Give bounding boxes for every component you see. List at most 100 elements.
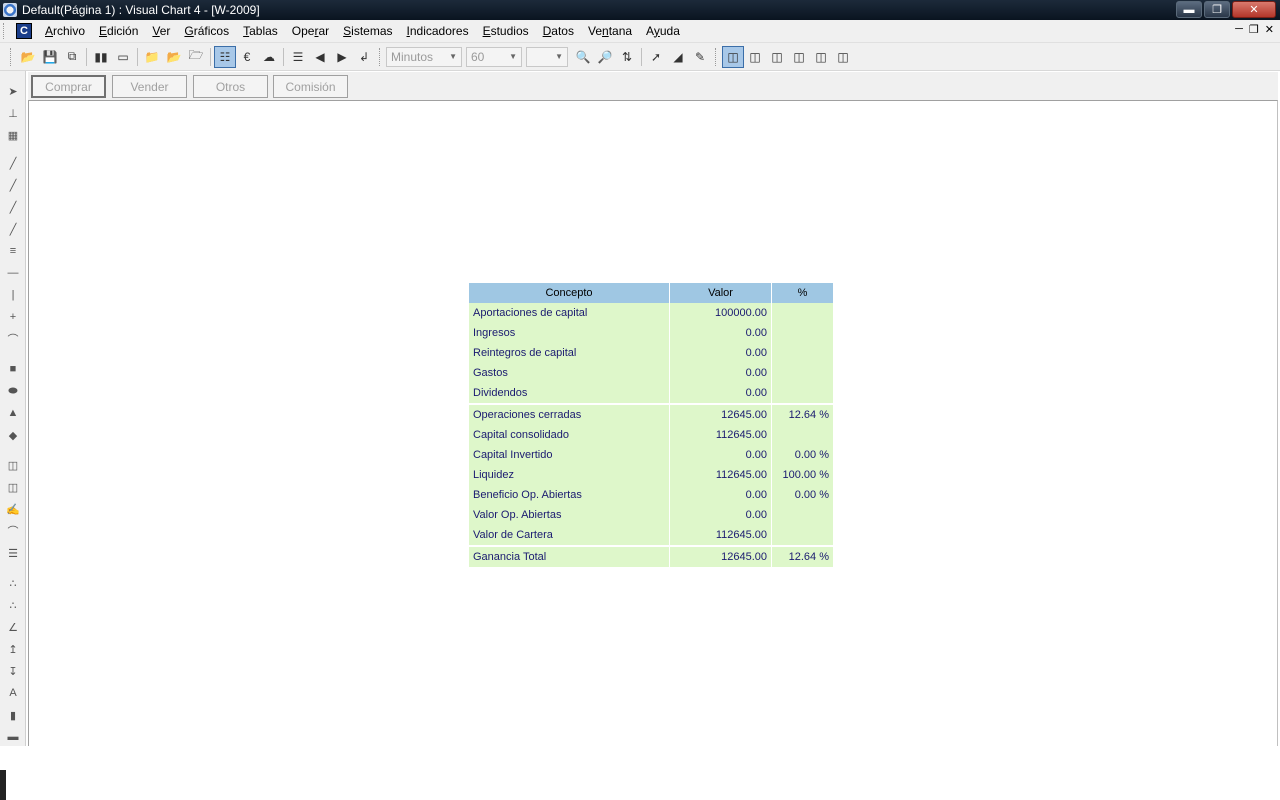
menu-item[interactable]: Ventana xyxy=(581,20,639,43)
fan-icon[interactable]: ∴ xyxy=(5,575,21,591)
menubar-grip[interactable] xyxy=(3,23,6,39)
menu-item[interactable]: Indicadores xyxy=(400,20,476,43)
menu-item[interactable]: Ayuda xyxy=(639,20,687,43)
mdi-restore-icon[interactable]: ❐ xyxy=(1249,23,1259,36)
cross-line-icon[interactable]: + xyxy=(5,309,21,325)
network-icon[interactable]: ☷ xyxy=(214,45,236,68)
menu-items: Archivo Edición Ver Gráficos Tablas Operar Sis… xyxy=(38,20,687,43)
buy-button[interactable]: Comprar xyxy=(31,75,106,98)
timeframe-value-select[interactable]: 60 ▼ xyxy=(466,46,522,67)
ellipse-icon[interactable]: ⬬ xyxy=(5,383,21,399)
save-all-icon[interactable]: ⧉ xyxy=(61,46,83,68)
toolbar-grip[interactable] xyxy=(379,47,382,66)
open-chart-icon[interactable]: 📁 xyxy=(141,46,163,68)
title-bar: Default(Página 1) : Visual Chart 4 - [W-… xyxy=(0,0,1280,20)
zoom-in-icon[interactable]: 🔎 xyxy=(594,46,616,68)
menu-label-post: uda xyxy=(659,23,680,38)
menu-label-accelerator: S xyxy=(343,23,352,38)
menu-item[interactable]: Estudios xyxy=(476,20,536,43)
open-folder-icon[interactable]: 📂 xyxy=(17,46,39,68)
cursor-icon[interactable]: ➚ xyxy=(645,46,667,68)
text-icon[interactable]: A xyxy=(5,685,21,701)
toolbar-grip[interactable] xyxy=(715,47,718,66)
mdi-minimize-icon[interactable]: ─ xyxy=(1235,23,1243,36)
vertical-line-icon[interactable]: | xyxy=(5,287,21,303)
properties-icon[interactable]: ☰ xyxy=(287,46,309,68)
third-select[interactable]: ▼ xyxy=(526,46,568,67)
histogram-icon[interactable]: ▭ xyxy=(112,46,134,68)
window-layout-3-icon[interactable]: ◫ xyxy=(766,46,788,68)
restore-button[interactable]: ❐ xyxy=(1204,1,1230,18)
trendline-icon[interactable]: ╱ xyxy=(5,155,21,171)
gann-icon[interactable]: ✍ xyxy=(5,501,21,517)
others-button[interactable]: Otros xyxy=(193,75,268,98)
cell-concepto: Capital Invertido xyxy=(469,445,669,465)
autoscale-icon[interactable]: ⇅ xyxy=(616,46,638,68)
pen-icon[interactable]: ✎ xyxy=(689,46,711,68)
cell-percent xyxy=(772,363,833,383)
zoom-out-icon[interactable]: 🔍 xyxy=(572,46,594,68)
document-system-icon[interactable]: C xyxy=(16,23,32,39)
crosshair-icon[interactable]: ⊥ xyxy=(5,105,21,121)
cycle-lines-icon[interactable]: ◫ xyxy=(5,479,21,495)
minimize-button[interactable]: ▬ xyxy=(1176,1,1202,18)
diamond-icon[interactable]: ◆ xyxy=(5,427,21,443)
window-layout-2-icon[interactable]: ◫ xyxy=(744,46,766,68)
menu-item[interactable]: Tablas xyxy=(236,20,285,43)
menu-item[interactable]: Gráficos xyxy=(177,20,236,43)
arrow-down-icon[interactable]: ↧ xyxy=(5,663,21,679)
menu-item[interactable]: Sistemas xyxy=(336,20,399,43)
cell-concepto: Beneficio Op. Abiertas xyxy=(469,485,669,505)
window-layout-5-icon[interactable]: ◫ xyxy=(810,46,832,68)
curve-icon[interactable]: ⌒ xyxy=(5,331,21,347)
horizontal-line-icon[interactable]: — xyxy=(5,265,21,281)
window-layout-4-icon[interactable]: ◫ xyxy=(788,46,810,68)
timeframe-unit-select[interactable]: Minutos ▼ xyxy=(386,46,462,67)
fibonacci-retracement-icon[interactable]: ☰ xyxy=(5,545,21,561)
app-eye-icon[interactable] xyxy=(3,3,17,17)
menu-item[interactable]: Datos xyxy=(536,20,581,43)
window-layout-6-icon[interactable]: ◫ xyxy=(832,46,854,68)
cloud-icon[interactable]: ☁ xyxy=(258,46,280,68)
rectangle-icon[interactable]: ■ xyxy=(5,361,21,377)
fill-bar-icon[interactable]: ▬ xyxy=(5,729,21,745)
parallel-lines-icon[interactable]: ≡ xyxy=(5,243,21,259)
menu-item[interactable]: Ver xyxy=(145,20,177,43)
toolbar-separator xyxy=(283,47,284,66)
mdi-close-icon[interactable]: ✕ xyxy=(1265,23,1274,36)
triangle-icon[interactable]: ▲ xyxy=(5,405,21,421)
extended-line-icon[interactable]: ╱ xyxy=(5,199,21,215)
step-icon[interactable]: ↲ xyxy=(353,46,375,68)
angle-icon[interactable]: ∠ xyxy=(5,619,21,635)
menu-label-accelerator: E xyxy=(99,23,108,38)
menu-label-post: tana xyxy=(608,23,633,38)
sell-button[interactable]: Vender xyxy=(112,75,187,98)
open-workspace-icon[interactable]: 🗁 xyxy=(185,46,207,68)
menu-label-post: ar xyxy=(318,23,330,38)
ray-icon[interactable]: ╱ xyxy=(5,177,21,193)
bar-chart-icon[interactable]: ▮▮ xyxy=(90,46,112,68)
arc-icon[interactable]: ⌒ xyxy=(5,523,21,539)
menu-item[interactable]: Operar xyxy=(285,20,336,43)
eraser-icon[interactable]: ◢ xyxy=(667,46,689,68)
toolbar-grip[interactable] xyxy=(10,47,13,66)
open-template-icon[interactable]: 📂 xyxy=(163,46,185,68)
save-icon[interactable]: 💾 xyxy=(39,46,61,68)
menu-label-post: er xyxy=(159,23,171,38)
window-layout-1-icon[interactable]: ◫ xyxy=(722,45,744,68)
scroll-left-icon[interactable]: ◀ xyxy=(309,46,331,68)
scroll-right-icon[interactable]: ▶ xyxy=(331,46,353,68)
fibonacci-time-icon[interactable]: ◫ xyxy=(5,457,21,473)
arrow-up-icon[interactable]: ↥ xyxy=(5,641,21,657)
table-row: Dividendos 0.00 xyxy=(469,383,833,403)
pointer-icon[interactable]: ➤ xyxy=(5,83,21,99)
menu-item[interactable]: Edición xyxy=(92,20,145,43)
fill-rectangle-icon[interactable]: ▮ xyxy=(5,707,21,723)
commission-button[interactable]: Comisión xyxy=(273,75,348,98)
euro-icon[interactable]: € xyxy=(236,46,258,68)
channel-icon[interactable]: ╱ xyxy=(5,221,21,237)
menu-item[interactable]: Archivo xyxy=(38,20,92,43)
speed-lines-icon[interactable]: ∴ xyxy=(5,597,21,613)
grid-icon[interactable]: ▦ xyxy=(5,127,21,143)
close-button[interactable]: ✕ xyxy=(1232,1,1276,18)
